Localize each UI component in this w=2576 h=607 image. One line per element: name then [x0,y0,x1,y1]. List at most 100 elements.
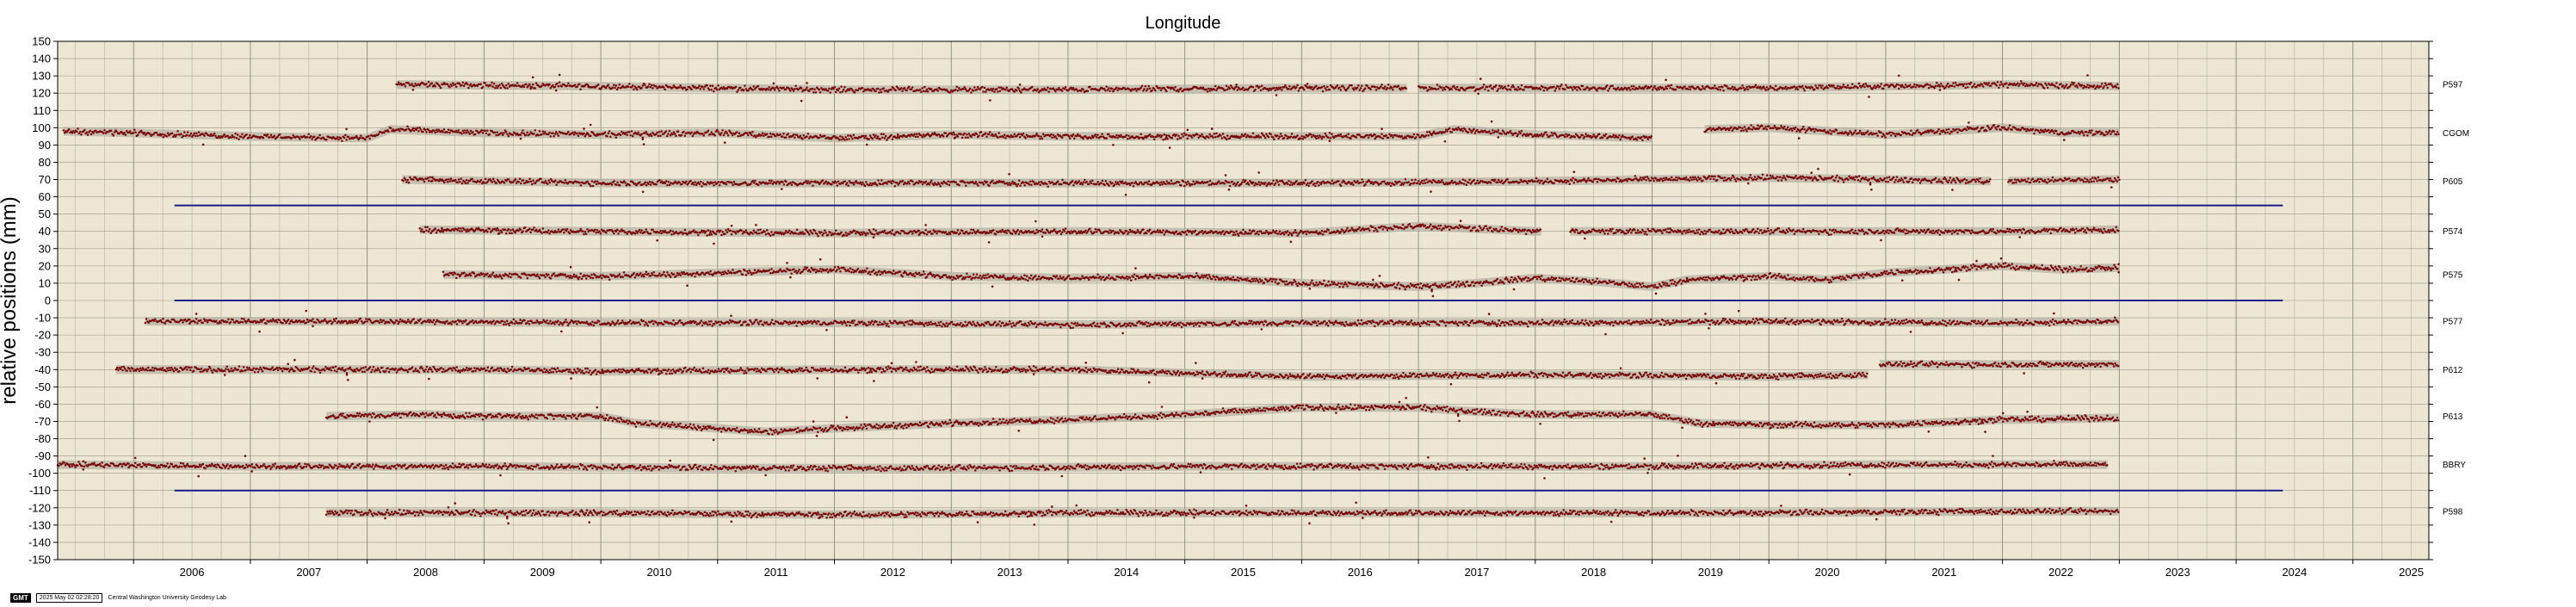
data-point-p597 [828,87,831,90]
data-point-p597 [1845,86,1848,90]
data-point-p597 [834,90,837,93]
data-point-cgom [1052,133,1055,136]
data-point-p605 [958,183,961,187]
data-point-cgom [874,134,877,137]
data-point-p605 [1439,181,1442,183]
data-point-cgom [166,132,170,135]
data-point-cgom [341,139,343,142]
data-point-cgom [269,133,273,137]
data-point-cgom [511,133,515,137]
data-point-p597 [2076,86,2079,89]
data-point-p597 [1486,85,1489,89]
data-point-p597 [805,88,807,91]
data-point-cgom [406,125,409,127]
data-point-p597 [807,90,811,92]
data-point-cgom [1446,130,1449,133]
data-point-cgom [636,133,639,136]
data-point-cgom [557,134,560,137]
data-point-p597 [1703,88,1706,90]
data-point-cgom [589,134,592,138]
data-point-p597 [1056,89,1059,91]
data-point-cgom [1320,137,1324,140]
data-point-p597 [494,86,497,90]
data-point-p605 [426,177,429,180]
data-point-p605 [1059,183,1063,186]
data-point-p605 [1713,177,1715,181]
data-point-p605 [547,179,550,182]
data-point-cgom [1267,135,1270,139]
data-point-p605 [528,177,531,181]
data-point-p597 [504,84,508,87]
data-point-p597 [826,90,830,92]
data-point-cgom [132,132,135,134]
data-point-p597 [1498,84,1501,88]
data-point-p597 [1616,86,1620,90]
data-point-p597 [1276,88,1279,91]
data-point-p605 [1423,179,1426,182]
data-point-p605 [456,181,460,183]
data-point-cgom [1201,133,1203,136]
outlier-point-p597 [1477,92,1480,96]
data-point-cgom [1791,129,1794,132]
data-point-cgom [609,135,612,139]
data-point-cgom [1894,134,1897,138]
data-point-p597 [1428,86,1431,89]
data-point-cgom [339,137,343,139]
data-point-p597 [1177,90,1180,93]
data-point-p605 [1331,179,1334,183]
data-point-cgom [1782,127,1785,130]
data-point-p597 [1742,86,1745,90]
data-point-cgom [1285,134,1288,138]
data-point-cgom [970,135,973,139]
data-point-cgom [189,132,193,135]
data-point-p605 [1023,184,1026,187]
data-point-cgom [979,130,983,133]
data-point-p605 [769,182,772,184]
outlier-point-p597 [1665,78,1667,82]
data-point-p605 [1642,177,1646,181]
data-point-cgom [2116,130,2119,133]
data-point-p597 [920,90,923,93]
data-point-p597 [1324,87,1326,90]
data-point-p597 [1214,84,1217,88]
data-point-cgom [1966,126,1969,128]
data-point-p597 [1509,88,1512,91]
data-point-p605 [1859,180,1862,183]
data-point-cgom [1251,135,1253,139]
data-point-cgom [1244,133,1247,135]
data-point-cgom [1263,134,1266,138]
data-point-p605 [1734,180,1738,183]
data-point-p597 [2061,84,2065,87]
data-point-p597 [918,89,922,91]
data-point-p597 [1228,87,1232,90]
data-point-cgom [672,131,676,133]
data-point-p597 [1741,84,1744,87]
data-point-p605 [484,177,487,181]
data-point-cgom [2108,129,2111,133]
data-point-p597 [430,82,434,85]
data-point-cgom [1827,132,1831,134]
data-point-cgom [1716,127,1720,131]
data-point-p597 [1251,86,1255,89]
data-point-p605 [911,180,914,183]
data-point-cgom [2007,127,2011,129]
data-point-cgom [415,128,418,132]
data-point-p605 [1884,180,1887,183]
data-point-p597 [489,84,492,87]
data-point-cgom [538,130,541,133]
data-point-p605 [946,183,948,186]
data-point-cgom [519,133,522,136]
data-point-p605 [1403,182,1405,184]
data-point-p605 [1886,177,1888,179]
data-point-cgom [1866,130,1869,133]
data-point-p605 [1989,177,1992,181]
data-point-cgom [1196,133,1199,136]
outlier-point-p597 [558,73,561,77]
data-point-p605 [1159,181,1163,184]
data-point-cgom [760,133,763,137]
data-point-p597 [945,88,948,91]
data-point-cgom [1802,126,1805,128]
data-point-p597 [973,86,976,89]
data-point-p597 [1953,85,1956,88]
data-point-p605 [1303,182,1306,184]
